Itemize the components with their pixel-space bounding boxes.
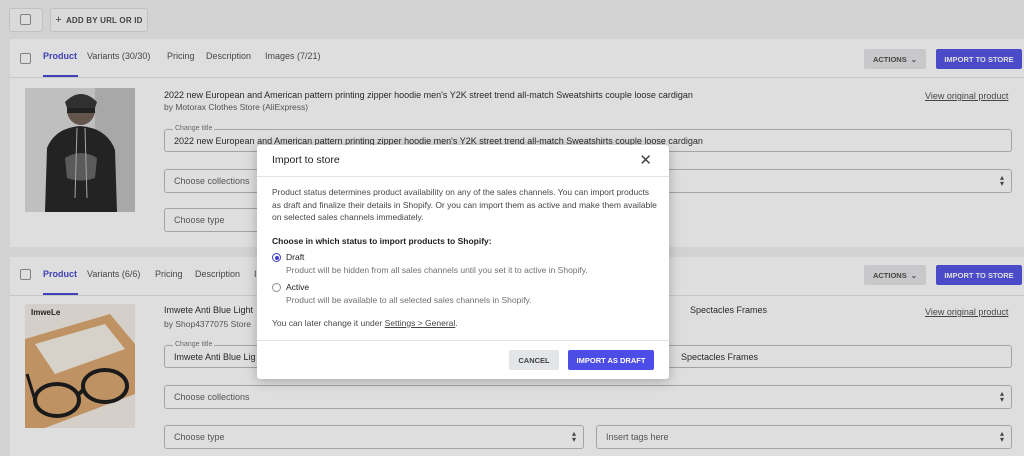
cancel-button[interactable]: CANCEL (509, 350, 559, 370)
modal-footer-divider (257, 340, 669, 341)
draft-label[interactable]: Draft (286, 252, 304, 262)
import-to-store-modal: Import to store ✕ Product status determi… (257, 145, 669, 379)
status-question: Choose in which status to import product… (272, 236, 492, 246)
modal-description: Product status determines product availa… (272, 187, 657, 222)
active-description: Product will be available to all selecte… (286, 295, 532, 305)
close-icon[interactable]: ✕ (639, 151, 652, 169)
draft-radio[interactable] (272, 253, 281, 262)
settings-note: You can later change it under Settings >… (272, 318, 458, 328)
settings-general-link[interactable]: Settings > General (385, 318, 456, 328)
draft-description: Product will be hidden from all sales ch… (286, 265, 588, 275)
modal-title: Import to store (272, 154, 340, 166)
active-radio[interactable] (272, 283, 281, 292)
active-label[interactable]: Active (286, 282, 309, 292)
modal-header: Import to store ✕ (257, 145, 669, 177)
import-as-draft-button[interactable]: IMPORT AS DRAFT (568, 350, 654, 370)
